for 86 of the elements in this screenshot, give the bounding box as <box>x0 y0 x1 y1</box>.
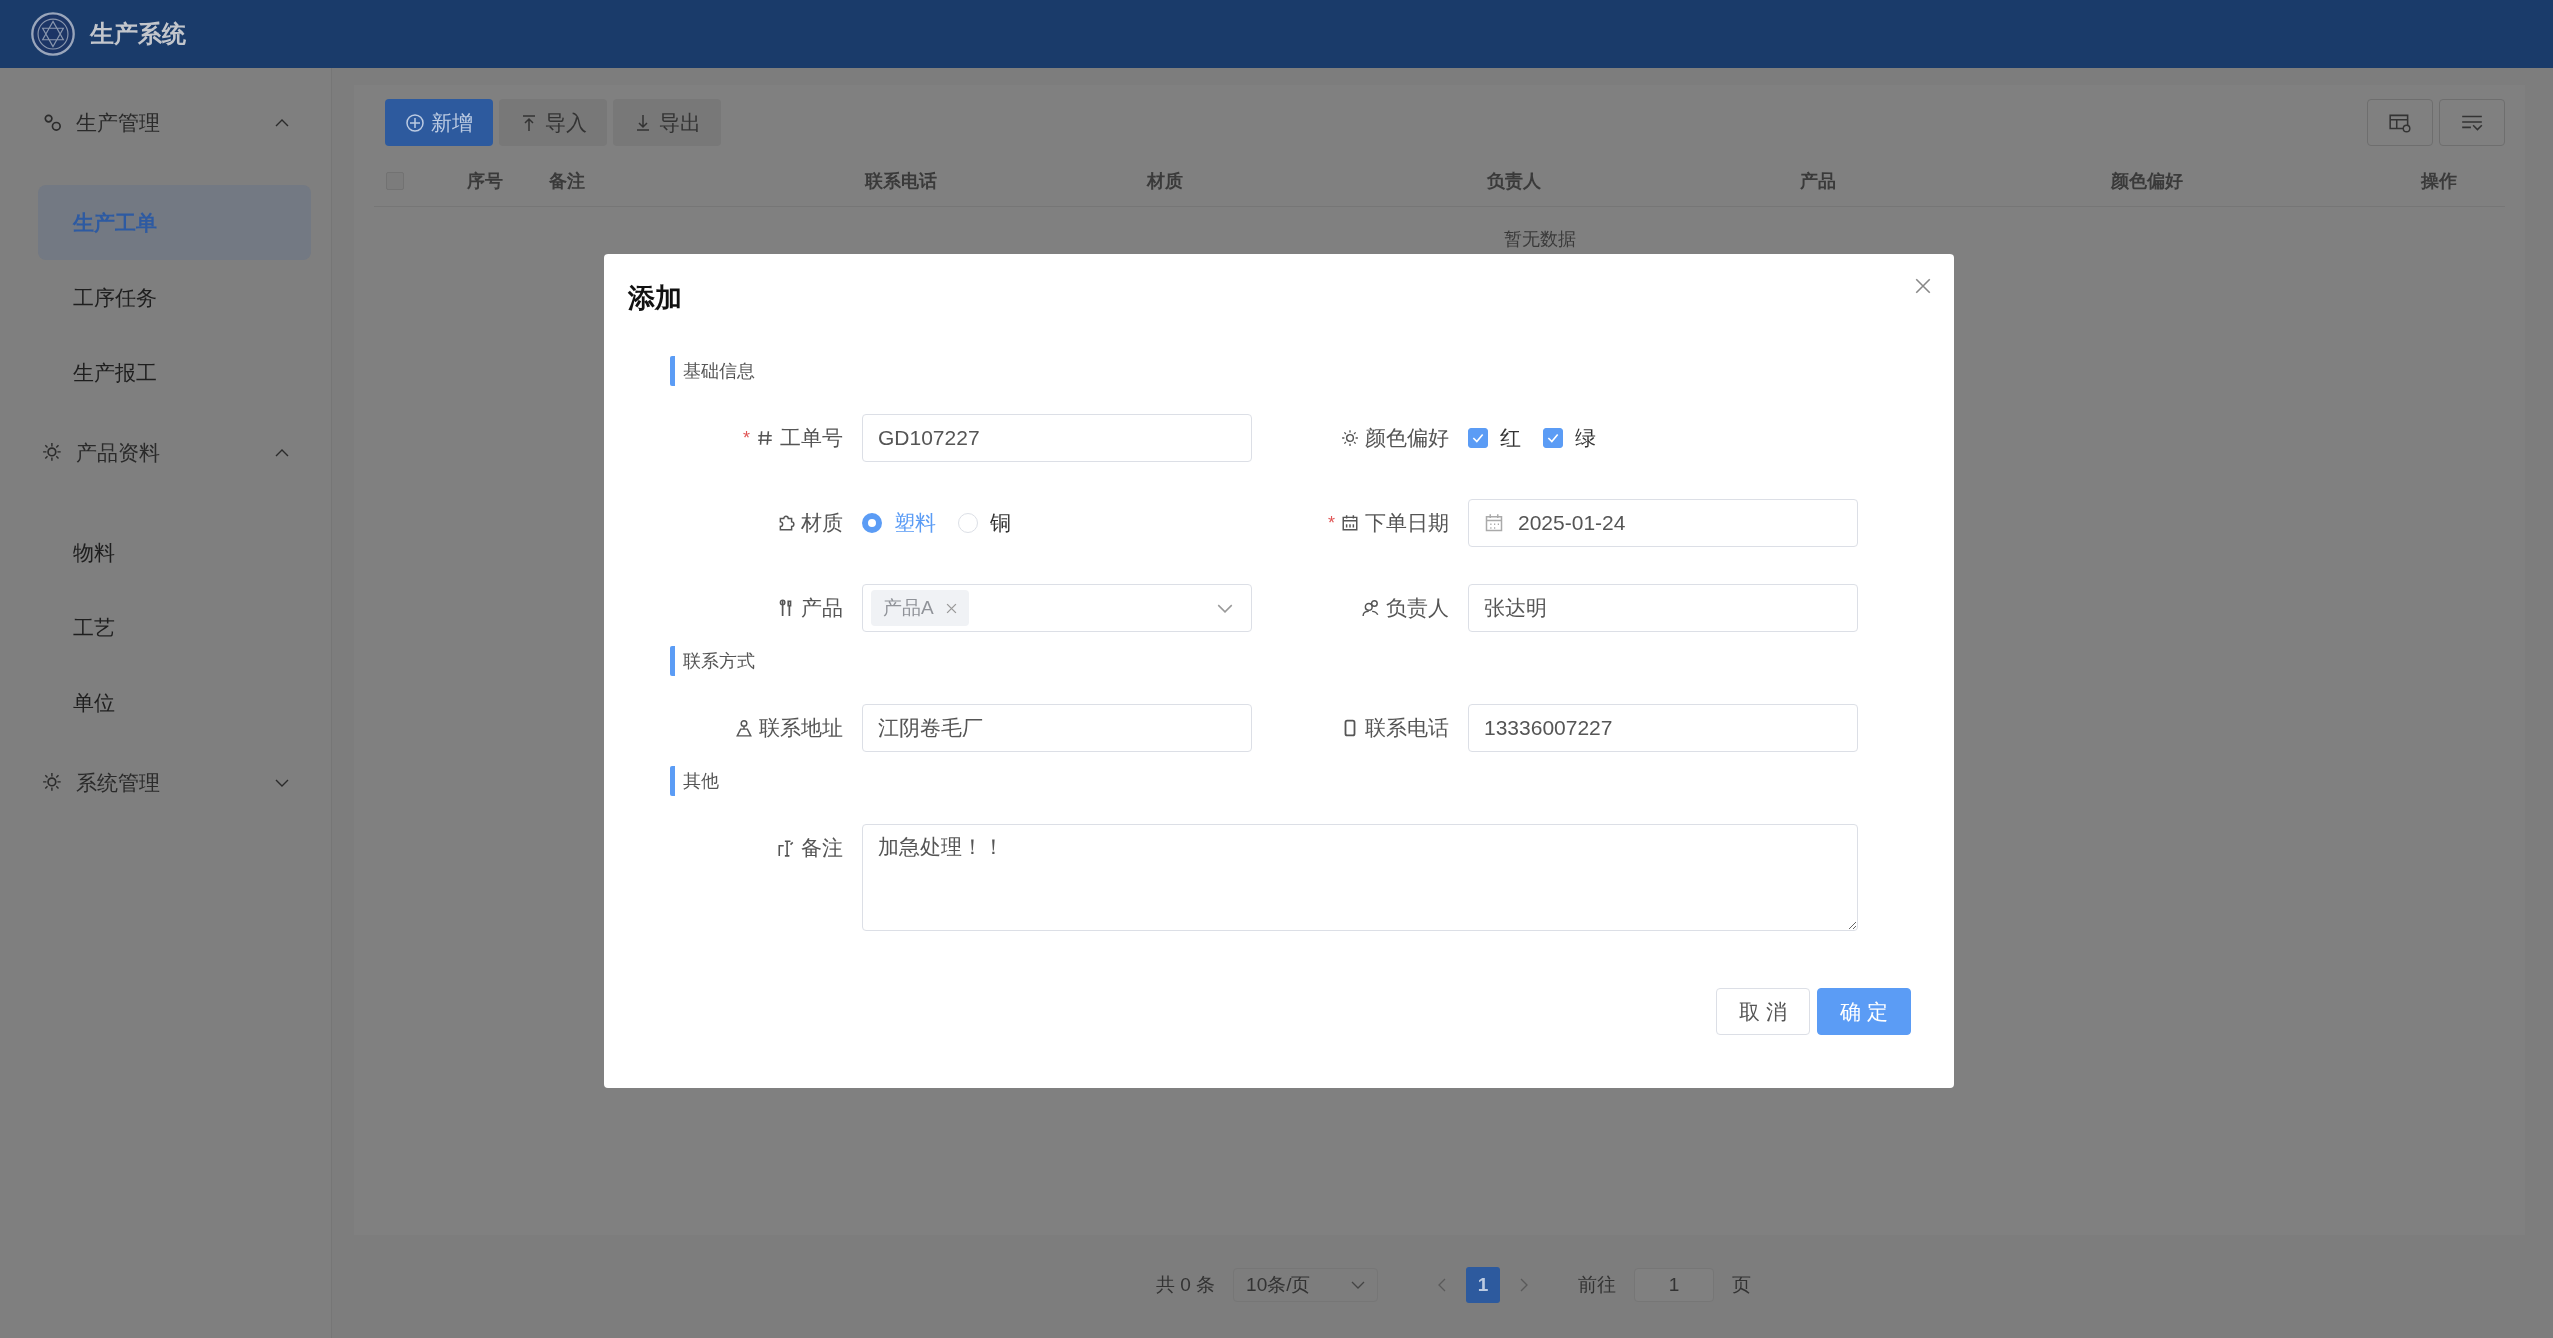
caret-icon <box>275 778 289 787</box>
gears-icon <box>42 111 64 134</box>
date-value: 2025-01-24 <box>1518 511 1626 535</box>
menu-group[interactable]: 生产管理 <box>0 85 331 160</box>
calendar-icon <box>1484 513 1504 533</box>
menu-group[interactable]: 产品资料 <box>0 415 331 490</box>
product-select[interactable]: 产品A <box>862 584 1252 632</box>
radio-option[interactable]: 塑料 <box>862 509 936 537</box>
column-header: 材质 <box>1147 170 1183 193</box>
calendar-icon <box>1341 514 1359 532</box>
toolbar-button[interactable]: 导出 <box>613 99 721 146</box>
menu-item[interactable]: 单位 <box>38 665 311 740</box>
toolbar-button[interactable]: 导入 <box>499 99 607 146</box>
checkbox-option[interactable]: 红 <box>1468 424 1521 452</box>
menu-item[interactable]: 工艺 <box>38 590 311 665</box>
section-title: 其他 <box>670 766 1911 796</box>
tag-remove-icon[interactable] <box>945 602 957 614</box>
sun-icon <box>42 771 64 794</box>
text-field[interactable]: 13336007227 <box>1468 704 1858 752</box>
text-field[interactable]: GD107227 <box>862 414 1252 462</box>
field-label: 材质 <box>801 510 843 536</box>
field-label: 负责人 <box>1386 595 1449 621</box>
dialog-button[interactable]: 取 消 <box>1716 988 1810 1035</box>
check-icon <box>1471 431 1485 445</box>
radio-option[interactable]: 铜 <box>958 509 1011 537</box>
page-size-select[interactable]: 10条/页 <box>1233 1268 1379 1302</box>
check-icon <box>1546 431 1560 445</box>
required-mark: * <box>743 427 750 449</box>
sun-icon <box>1341 429 1359 447</box>
column-header: 备注 <box>549 170 585 193</box>
field-label: 产品 <box>801 595 843 621</box>
page-unit: 页 <box>1732 1273 1752 1297</box>
field-label: 联系电话 <box>1365 715 1449 741</box>
chevron-down-icon <box>1217 603 1233 613</box>
radio-button[interactable] <box>862 513 882 533</box>
section-title: 联系方式 <box>670 646 1911 676</box>
prev-page-icon[interactable] <box>1438 1278 1447 1292</box>
plus-circle-icon <box>405 112 425 133</box>
column-header: 颜色偏好 <box>2111 170 2183 193</box>
next-page-icon[interactable] <box>1520 1278 1529 1292</box>
product-tag: 产品A <box>871 590 969 626</box>
page-number[interactable]: 1 <box>1466 1267 1501 1303</box>
field-label: 工单号 <box>780 425 843 451</box>
total-count: 共 0 条 <box>1155 1273 1216 1297</box>
section-title: 基础信息 <box>670 356 1911 386</box>
column-header: 联系电话 <box>865 170 937 193</box>
page-input[interactable]: 1 <box>1634 1268 1715 1302</box>
column-header: 负责人 <box>1487 170 1541 193</box>
menu-group[interactable]: 系统管理 <box>0 745 331 820</box>
dialog-button[interactable]: 确 定 <box>1817 988 1911 1035</box>
caret-icon <box>275 448 289 457</box>
menu-item[interactable]: 生产报工 <box>38 335 311 410</box>
empty-text: 暂无数据 <box>1502 228 1577 251</box>
toolbar-button[interactable]: 新增 <box>385 99 493 146</box>
app-title: 生产系统 <box>90 19 186 49</box>
hash-icon <box>756 429 774 447</box>
checkbox-option[interactable]: 绿 <box>1543 424 1596 452</box>
remarks-field[interactable]: 加急处理！！ <box>862 824 1858 931</box>
goto-label: 前往 <box>1578 1273 1617 1297</box>
text-field[interactable]: 江阴卷毛厂 <box>862 704 1252 752</box>
logo-icon <box>30 11 76 57</box>
sun-icon <box>42 441 64 464</box>
field-label: 备注 <box>801 835 843 861</box>
edit-icon <box>777 839 795 857</box>
field-label: 颜色偏好 <box>1365 425 1449 451</box>
column-header: 产品 <box>1800 170 1836 193</box>
dialog-title: 添加 <box>628 282 682 315</box>
caret-icon <box>275 118 289 127</box>
user-icon <box>1362 599 1380 617</box>
field-label: 下单日期 <box>1365 510 1449 536</box>
required-mark: * <box>1328 512 1335 534</box>
date-field[interactable]: 2025-01-24 <box>1468 499 1858 547</box>
column-header: 序号 <box>467 170 503 193</box>
checkbox[interactable] <box>1468 428 1488 448</box>
text-field[interactable]: 张达明 <box>1468 584 1858 632</box>
chevron-down-icon <box>1351 1281 1366 1289</box>
column-header: 操作 <box>2421 170 2457 193</box>
person-pin-icon <box>735 719 753 737</box>
puzzle-icon <box>777 514 795 532</box>
checkbox[interactable] <box>1543 428 1563 448</box>
close-icon[interactable] <box>1914 277 1932 295</box>
field-label: 联系地址 <box>759 715 843 741</box>
filter-button[interactable] <box>2439 99 2505 146</box>
menu-item[interactable]: 工序任务 <box>38 260 311 335</box>
menu-item[interactable]: 物料 <box>38 515 311 590</box>
columns-button[interactable] <box>2367 99 2433 146</box>
